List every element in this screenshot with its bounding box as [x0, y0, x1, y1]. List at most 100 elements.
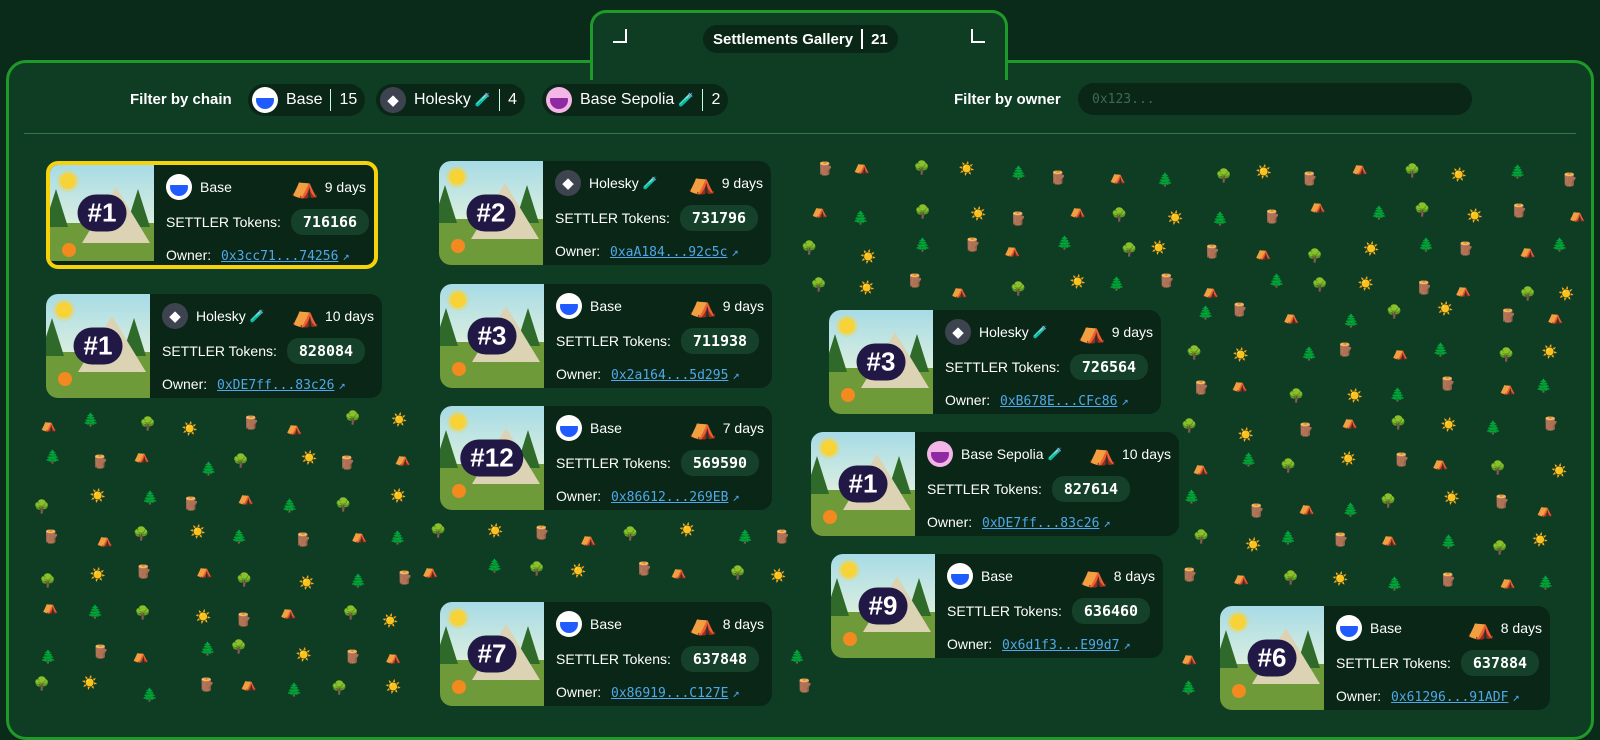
base-chain-icon	[947, 563, 973, 589]
log-icon: 🪵	[344, 649, 361, 665]
pine-tree-icon: 🌲	[1371, 204, 1388, 220]
tokens-value: 637884	[1460, 650, 1540, 676]
tent-icon: ⛺	[240, 675, 258, 691]
sun-icon: ☀️	[1150, 240, 1167, 256]
log-icon: 🪵	[1500, 307, 1517, 323]
owner-address-link[interactable]: 0x6d1f3...E99d7 ↗	[1002, 638, 1131, 653]
tree-icon: 🌳	[729, 564, 746, 580]
tent-icon: ⛺	[853, 159, 870, 174]
log-icon: 🪵	[1542, 416, 1559, 431]
settlement-info: Base ⛺ 8 days SETTLER Tokens: 637884 Own…	[1336, 606, 1542, 710]
age-indicator: ⛺ 7 days	[689, 415, 764, 441]
pine-tree-icon: 🌲	[1432, 342, 1449, 358]
sun-icon: ☀️	[89, 567, 107, 583]
owner-address-link[interactable]: 0x86919...C127E ↗	[611, 686, 740, 701]
sun-icon: ☀️	[679, 522, 696, 538]
tree-icon: 🌳	[810, 276, 827, 292]
pine-tree-icon: 🌲	[142, 489, 159, 505]
pine-tree-icon: 🌲	[852, 209, 869, 225]
tree-icon: 🌳	[1491, 540, 1508, 556]
settlement-artwork: #2	[439, 161, 543, 265]
external-link-icon: ↗	[1103, 516, 1111, 530]
settlement-number-badge: #1	[77, 194, 127, 232]
age-days: 8 days	[1500, 620, 1542, 636]
owner-label: Owner:	[1336, 688, 1382, 704]
tent-icon: ⛺	[580, 531, 597, 547]
chip-divider	[702, 89, 704, 111]
log-icon: 🪵	[235, 612, 253, 628]
owner-address-link[interactable]: 0x86612...269EB ↗	[611, 490, 740, 505]
pine-tree-icon: 🌲	[281, 497, 298, 513]
owner-label: Owner:	[556, 366, 602, 382]
settlement-card[interactable]: #3 ◆ Holesky 🧪 ⛺ 9 days SETTLER Tokens: …	[829, 310, 1161, 414]
owner-address-link[interactable]: 0xaA184...92c5c ↗	[610, 245, 739, 260]
tent-icon: ⛺	[1499, 379, 1516, 395]
sun-icon: ☀️	[1255, 164, 1273, 180]
tree-icon: 🌳	[1489, 460, 1506, 476]
chain-filter-base[interactable]: Base 15	[248, 84, 366, 116]
pine-tree-icon: 🌲	[737, 528, 754, 544]
log-icon: 🪵	[964, 237, 982, 253]
tent-icon: ⛺	[689, 611, 717, 636]
settlement-card[interactable]: #1 Base ⛺ 9 days SETTLER Tokens: 716166 …	[46, 161, 378, 269]
sun-icon: ☀️	[295, 646, 312, 662]
chain-filter-base-sepolia[interactable]: Base Sepolia 🧪 2	[542, 84, 729, 116]
settlement-number-badge: #9	[858, 587, 908, 625]
pine-tree-icon: 🌲	[199, 640, 216, 656]
settlement-number-badge: #12	[460, 439, 524, 477]
tent-icon: ⛺	[1351, 159, 1368, 175]
test-tube-icon: 🧪	[1047, 447, 1063, 461]
tent-icon: ⛺	[1536, 502, 1553, 518]
age-days: 9 days	[1111, 324, 1153, 340]
tokens-value: 636460	[1071, 598, 1151, 624]
settlement-card[interactable]: #9 Base ⛺ 8 days SETTLER Tokens: 636460 …	[831, 554, 1163, 658]
tokens-value: 569590	[680, 450, 760, 476]
sun-icon: ☀️	[301, 449, 318, 465]
chain-filter-label: Base	[286, 91, 323, 108]
chain-filter-holesky[interactable]: ◆ Holesky 🧪 4	[376, 84, 525, 116]
log-icon: 🪵	[774, 529, 791, 545]
owner-address-link[interactable]: 0xDE7ff...83c26 ↗	[217, 378, 346, 393]
settlement-card[interactable]: #12 Base ⛺ 7 days SETTLER Tokens: 569590…	[440, 406, 772, 510]
owner-address-link[interactable]: 0x61296...91ADF ↗	[1391, 690, 1520, 705]
tent-icon: ⛺	[1547, 308, 1564, 324]
owner-filter-input[interactable]	[1078, 83, 1472, 115]
owner-address-link[interactable]: 0x2a164...5d295 ↗	[611, 368, 740, 383]
settlement-card[interactable]: #6 Base ⛺ 8 days SETTLER Tokens: 637884 …	[1220, 606, 1550, 710]
log-icon: 🪵	[1193, 380, 1210, 396]
settlement-card[interactable]: #7 Base ⛺ 8 days SETTLER Tokens: 637848 …	[440, 602, 772, 706]
settlement-card[interactable]: #2 ◆ Holesky 🧪 ⛺ 9 days SETTLER Tokens: …	[439, 161, 771, 265]
tent-icon: ⛺	[196, 562, 213, 578]
base-chain-icon	[166, 174, 192, 200]
sun-icon: ☀️	[1558, 286, 1575, 302]
settlement-number-badge: #1	[73, 327, 123, 365]
pine-tree-icon: 🌲	[1240, 452, 1257, 468]
owner-address-link[interactable]: 0xB678E...CFc86 ↗	[1000, 394, 1129, 409]
owner-address-link[interactable]: 0xDE7ff...83c26 ↗	[982, 516, 1111, 531]
tent-icon: ⛺	[1298, 499, 1315, 515]
log-icon: 🪵	[1263, 208, 1281, 224]
owner-address-link[interactable]: 0x3cc71...74256 ↗	[221, 249, 350, 264]
settlement-card[interactable]: #1 Base Sepolia 🧪 ⛺ 10 days SETTLER Toke…	[811, 432, 1179, 536]
sun-icon: ☀️	[1237, 426, 1254, 442]
owner-label: Owner:	[166, 247, 212, 263]
settlement-info: Base Sepolia 🧪 ⛺ 10 days SETTLER Tokens:…	[927, 432, 1171, 536]
external-link-icon: ↗	[338, 378, 346, 392]
external-link-icon: ↗	[732, 686, 740, 700]
sun-icon: ☀️	[1357, 276, 1374, 292]
tokens-label: SETTLER Tokens:	[947, 603, 1062, 619]
tent-icon: ⛺	[688, 170, 716, 195]
settlement-artwork: #9	[831, 554, 935, 658]
chip-divider	[330, 89, 332, 111]
sun-icon: ☀️	[1466, 207, 1483, 223]
tent-icon: ⛺	[291, 303, 319, 328]
tree-icon: 🌳	[1280, 457, 1297, 473]
pine-tree-icon: 🌲	[1211, 210, 1229, 226]
settlement-card[interactable]: #3 Base ⛺ 9 days SETTLER Tokens: 711938 …	[440, 284, 772, 388]
log-icon: 🪵	[294, 532, 312, 548]
owner-label: Owner:	[947, 636, 993, 652]
tree-icon: 🌳	[1288, 387, 1305, 403]
tokens-value: 711938	[680, 328, 760, 354]
tent-icon: ⛺	[689, 415, 717, 440]
settlement-card[interactable]: #1 ◆ Holesky 🧪 ⛺ 10 days SETTLER Tokens:…	[46, 294, 382, 398]
